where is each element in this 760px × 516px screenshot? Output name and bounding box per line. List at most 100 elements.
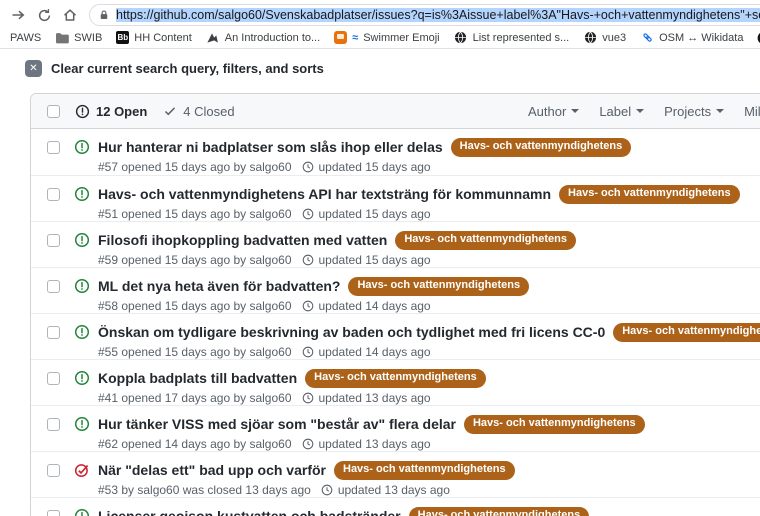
issue-opened-by: #51 opened 15 days ago by salgo60 bbox=[98, 207, 292, 221]
issues-list: Hur hanterar ni badplatser som slås ihop… bbox=[31, 129, 760, 516]
issue-open-icon bbox=[74, 186, 90, 202]
orange-favicon bbox=[334, 31, 347, 44]
reload-button[interactable] bbox=[32, 4, 56, 26]
issue-title-link[interactable]: Havs- och vattenmyndighetens API har tex… bbox=[98, 186, 551, 202]
issue-meta: #57 opened 15 days ago by salgo60 update… bbox=[98, 160, 631, 174]
issue-opened-by: #41 opened 17 days ago by salgo60 bbox=[98, 391, 292, 405]
check-icon bbox=[163, 104, 177, 118]
issue-title-link[interactable]: ML det nya heta även för badvatten? bbox=[98, 278, 340, 294]
issue-checkbox[interactable] bbox=[47, 510, 60, 516]
issue-checkbox[interactable] bbox=[47, 141, 60, 154]
clock-icon bbox=[302, 438, 314, 450]
author-filter[interactable]: Author bbox=[524, 104, 583, 119]
issue-updated: updated 13 days ago bbox=[338, 483, 450, 497]
bookmark-paws[interactable]: PAWS bbox=[10, 32, 41, 44]
bookmark-an-introduction[interactable]: An Introduction to... bbox=[206, 31, 320, 45]
issue-row: Havs- och vattenmyndighetens API har tex… bbox=[31, 175, 760, 221]
clock-icon bbox=[302, 161, 314, 173]
issue-title-link[interactable]: Hur hanterar ni badplatser som slås ihop… bbox=[98, 139, 443, 155]
chevron-down-icon bbox=[636, 109, 644, 117]
home-button[interactable] bbox=[58, 4, 82, 26]
issue-open-icon bbox=[74, 232, 90, 248]
open-issues-link[interactable]: 12 Open bbox=[75, 104, 147, 119]
issue-title-link[interactable]: Hur tänker VISS med sjöar som "består av… bbox=[98, 416, 456, 432]
bookmark-vue3[interactable]: vue3 bbox=[583, 31, 626, 45]
issue-updated: updated 14 days ago bbox=[319, 299, 431, 313]
bookmarks-bar: PAWS SWIB Bb HH Content An Introduction … bbox=[0, 27, 760, 48]
clock-icon bbox=[302, 300, 314, 312]
issue-title-link[interactable]: Filosofi ihopkoppling badvatten med vatt… bbox=[98, 232, 387, 248]
issue-label-badge[interactable]: Havs- och vattenmyndighetens bbox=[451, 138, 632, 157]
issue-checkbox[interactable] bbox=[47, 372, 60, 385]
bookmark-swib[interactable]: SWIB bbox=[55, 31, 102, 45]
filter-dropdowns: Author Label Projects Milestones Assigne… bbox=[524, 94, 760, 128]
clock-icon bbox=[302, 254, 314, 266]
issue-updated: updated 14 days ago bbox=[319, 345, 431, 359]
projects-filter[interactable]: Projects bbox=[660, 104, 728, 119]
url-text[interactable]: https://github.com/salgo60/Svenskabadpla… bbox=[116, 8, 760, 22]
mountain-logo-icon bbox=[206, 31, 220, 45]
forward-arrow-icon bbox=[10, 7, 26, 23]
issue-updated: updated 15 days ago bbox=[319, 160, 431, 174]
issue-row: När "delas ett" bad upp och varför Havs-… bbox=[31, 451, 760, 497]
clear-filters-link[interactable]: ✕ Clear current search query, filters, a… bbox=[25, 60, 324, 77]
clock-icon bbox=[302, 346, 314, 358]
issue-open-icon bbox=[75, 104, 90, 119]
bookmark-osm-wikidata[interactable]: OSM ↔ Wikidata bbox=[640, 31, 743, 45]
issue-open-icon bbox=[74, 416, 90, 432]
issue-open-icon bbox=[74, 139, 90, 155]
issue-row: Koppla badplats till badvatten Havs- och… bbox=[31, 359, 760, 405]
issue-checkbox[interactable] bbox=[47, 188, 60, 201]
swimmer-icon: ≈ bbox=[352, 32, 358, 44]
issue-title-link[interactable]: När "delas ett" bad upp och varför bbox=[98, 462, 326, 478]
issue-label-badge[interactable]: Havs- och vattenmyndighetens bbox=[613, 323, 760, 342]
issue-opened-by: #53 by salgo60 was closed 13 days ago bbox=[98, 483, 311, 497]
bookmark-list-represented[interactable]: List represented s... bbox=[454, 31, 570, 45]
issue-open-icon bbox=[74, 278, 90, 294]
bookmark-swimmer-emoji[interactable]: ≈ Swimmer Emoji bbox=[334, 31, 439, 44]
milestones-filter[interactable]: Milestones bbox=[740, 104, 760, 119]
issue-title-link[interactable]: Önskan om tydligare beskrivning av baden… bbox=[98, 324, 605, 340]
forward-button[interactable] bbox=[6, 4, 30, 26]
globe-icon bbox=[583, 31, 597, 45]
bookmark-hh-content[interactable]: Bb HH Content bbox=[116, 31, 191, 44]
issue-open-icon bbox=[74, 370, 90, 386]
padlock-icon[interactable] bbox=[98, 9, 110, 21]
bb-favicon: Bb bbox=[116, 31, 129, 44]
issue-title-link[interactable]: Koppla badplats till badvatten bbox=[98, 370, 297, 386]
issue-label-badge[interactable]: Havs- och vattenmyndighetens bbox=[395, 231, 576, 250]
issue-row: Hur tänker VISS med sjöar som "består av… bbox=[31, 405, 760, 451]
issues-list-container: 12 Open 4 Closed Author Label Projects M… bbox=[30, 93, 760, 516]
issue-checkbox[interactable] bbox=[47, 234, 60, 247]
issue-meta: #53 by salgo60 was closed 13 days ago up… bbox=[98, 483, 515, 497]
issue-label-badge[interactable]: Havs- och vattenmyndighetens bbox=[559, 185, 740, 204]
select-all-checkbox[interactable] bbox=[47, 105, 60, 118]
clock-icon bbox=[302, 208, 314, 220]
issue-checkbox[interactable] bbox=[47, 326, 60, 339]
issue-opened-by: #55 opened 15 days ago by salgo60 bbox=[98, 345, 292, 359]
issue-open-icon bbox=[74, 508, 90, 516]
folder-icon bbox=[55, 31, 69, 45]
issue-label-badge[interactable]: Havs- och vattenmyndighetens bbox=[409, 507, 590, 516]
issue-checkbox[interactable] bbox=[47, 280, 60, 293]
browser-toolbar: https://github.com/salgo60/Svenskabadpla… bbox=[0, 0, 760, 27]
issue-label-badge[interactable]: Havs- och vattenmyndighetens bbox=[348, 277, 529, 296]
chevron-down-icon bbox=[571, 109, 579, 117]
clock-icon bbox=[321, 484, 333, 496]
issue-title-link[interactable]: Licenser geojson kustvatten och badsträn… bbox=[98, 508, 401, 516]
url-bar[interactable]: https://github.com/salgo60/Svenskabadpla… bbox=[89, 4, 760, 26]
issue-label-badge[interactable]: Havs- och vattenmyndighetens bbox=[305, 369, 486, 388]
label-filter[interactable]: Label bbox=[595, 104, 648, 119]
issue-row: ML det nya heta även för badvatten? Havs… bbox=[31, 267, 760, 313]
issue-row: Filosofi ihopkoppling badvatten med vatt… bbox=[31, 221, 760, 267]
issue-label-badge[interactable]: Havs- och vattenmyndighetens bbox=[464, 415, 645, 434]
globe-icon bbox=[454, 31, 468, 45]
issue-open-icon bbox=[74, 324, 90, 340]
issue-label-badge[interactable]: Havs- och vattenmyndighetens bbox=[334, 461, 515, 480]
browser-chrome: https://github.com/salgo60/Svenskabadpla… bbox=[0, 0, 760, 49]
issue-checkbox[interactable] bbox=[47, 464, 60, 477]
issue-counts: 12 Open 4 Closed bbox=[75, 104, 235, 119]
issues-list-header: 12 Open 4 Closed Author Label Projects M… bbox=[31, 94, 760, 129]
closed-issues-link[interactable]: 4 Closed bbox=[163, 104, 234, 119]
issue-checkbox[interactable] bbox=[47, 418, 60, 431]
